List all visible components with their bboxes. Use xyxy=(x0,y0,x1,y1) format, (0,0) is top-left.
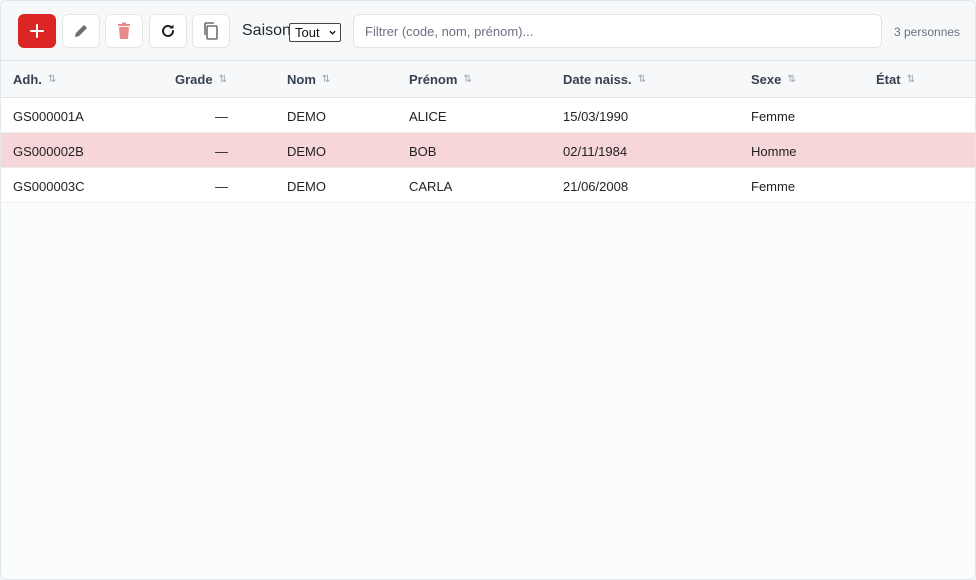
table-row-selected[interactable]: GS000002B — DEMO BOB 02/11/1984 Homme xyxy=(1,133,975,168)
column-header-sexe[interactable]: Sexe ⇅ xyxy=(751,72,796,87)
column-header-label: Nom xyxy=(287,72,316,87)
column-header-nom[interactable]: Nom ⇅ xyxy=(287,72,330,87)
record-count: 3 personnes xyxy=(894,25,961,39)
table-row[interactable]: GS000001A — DEMO ALICE 15/03/1990 Femme xyxy=(1,98,975,133)
plus-icon xyxy=(30,24,44,38)
copy-button[interactable] xyxy=(192,14,230,48)
column-header-label: Date naiss. xyxy=(563,72,632,87)
filter-input[interactable] xyxy=(353,14,882,48)
sort-icon: ⇅ xyxy=(463,74,472,85)
sort-icon: ⇅ xyxy=(906,74,915,85)
cell-adh: GS000003C xyxy=(13,179,85,194)
cell-sexe: Homme xyxy=(751,144,797,159)
cell-date: 02/11/1984 xyxy=(563,144,628,159)
column-header-date[interactable]: Date naiss. ⇅ xyxy=(563,72,646,87)
saison-label: Saison xyxy=(242,22,291,39)
pencil-icon xyxy=(75,25,87,37)
table-empty-area xyxy=(1,203,975,579)
delete-button[interactable] xyxy=(105,14,143,48)
column-header-prenom[interactable]: Prénom ⇅ xyxy=(409,72,472,87)
cell-sexe: Femme xyxy=(751,179,796,194)
column-header-label: État xyxy=(876,72,901,87)
trash-icon xyxy=(118,22,130,39)
app-window: Saison Tout 3 personnes Adh. ⇅ Grade ⇅ N… xyxy=(0,0,976,580)
cell-adh: GS000001A xyxy=(13,109,84,124)
table-row[interactable]: GS000003C — DEMO CARLA 21/06/2008 Femme xyxy=(1,168,975,203)
copy-icon xyxy=(204,22,218,40)
cell-nom: DEMO xyxy=(287,109,326,124)
cell-prenom: BOB xyxy=(409,144,437,159)
saison-select-value: Tout xyxy=(295,25,320,40)
cell-prenom: CARLA xyxy=(409,179,453,194)
cell-adh: GS000002B xyxy=(13,144,84,159)
cell-nom: DEMO xyxy=(287,144,326,159)
cell-grade: — xyxy=(215,144,228,159)
column-header-label: Adh. xyxy=(13,72,42,87)
cell-grade: — xyxy=(215,109,228,124)
refresh-button[interactable] xyxy=(149,14,187,48)
cell-grade: — xyxy=(215,179,228,194)
sort-icon: ⇅ xyxy=(321,74,331,85)
table-header: Adh. ⇅ Grade ⇅ Nom ⇅ Prénom ⇅ Date naiss… xyxy=(1,61,975,98)
edit-button[interactable] xyxy=(62,14,100,48)
column-header-adh[interactable]: Adh. ⇅ xyxy=(13,72,56,87)
cell-sexe: Femme xyxy=(751,109,796,124)
saison-select[interactable]: Tout xyxy=(289,23,341,42)
sort-icon: ⇅ xyxy=(47,74,57,85)
refresh-icon xyxy=(162,24,174,37)
column-header-label: Prénom xyxy=(409,72,458,87)
column-header-label: Sexe xyxy=(751,72,782,87)
sort-icon: ⇅ xyxy=(787,74,796,85)
cell-prenom: ALICE xyxy=(409,109,447,124)
toolbar: Saison Tout 3 personnes xyxy=(1,1,975,61)
cell-date: 15/03/1990 xyxy=(563,109,629,124)
column-header-label: Grade xyxy=(175,72,213,87)
sort-icon: ⇅ xyxy=(218,74,227,85)
cell-date: 21/06/2008 xyxy=(563,179,629,194)
column-header-grade[interactable]: Grade ⇅ xyxy=(175,72,227,87)
chevron-down-icon xyxy=(329,30,336,35)
add-button[interactable] xyxy=(18,14,56,48)
column-header-etat[interactable]: État ⇅ xyxy=(876,72,915,87)
sort-icon: ⇅ xyxy=(637,74,647,85)
cell-nom: DEMO xyxy=(287,179,326,194)
